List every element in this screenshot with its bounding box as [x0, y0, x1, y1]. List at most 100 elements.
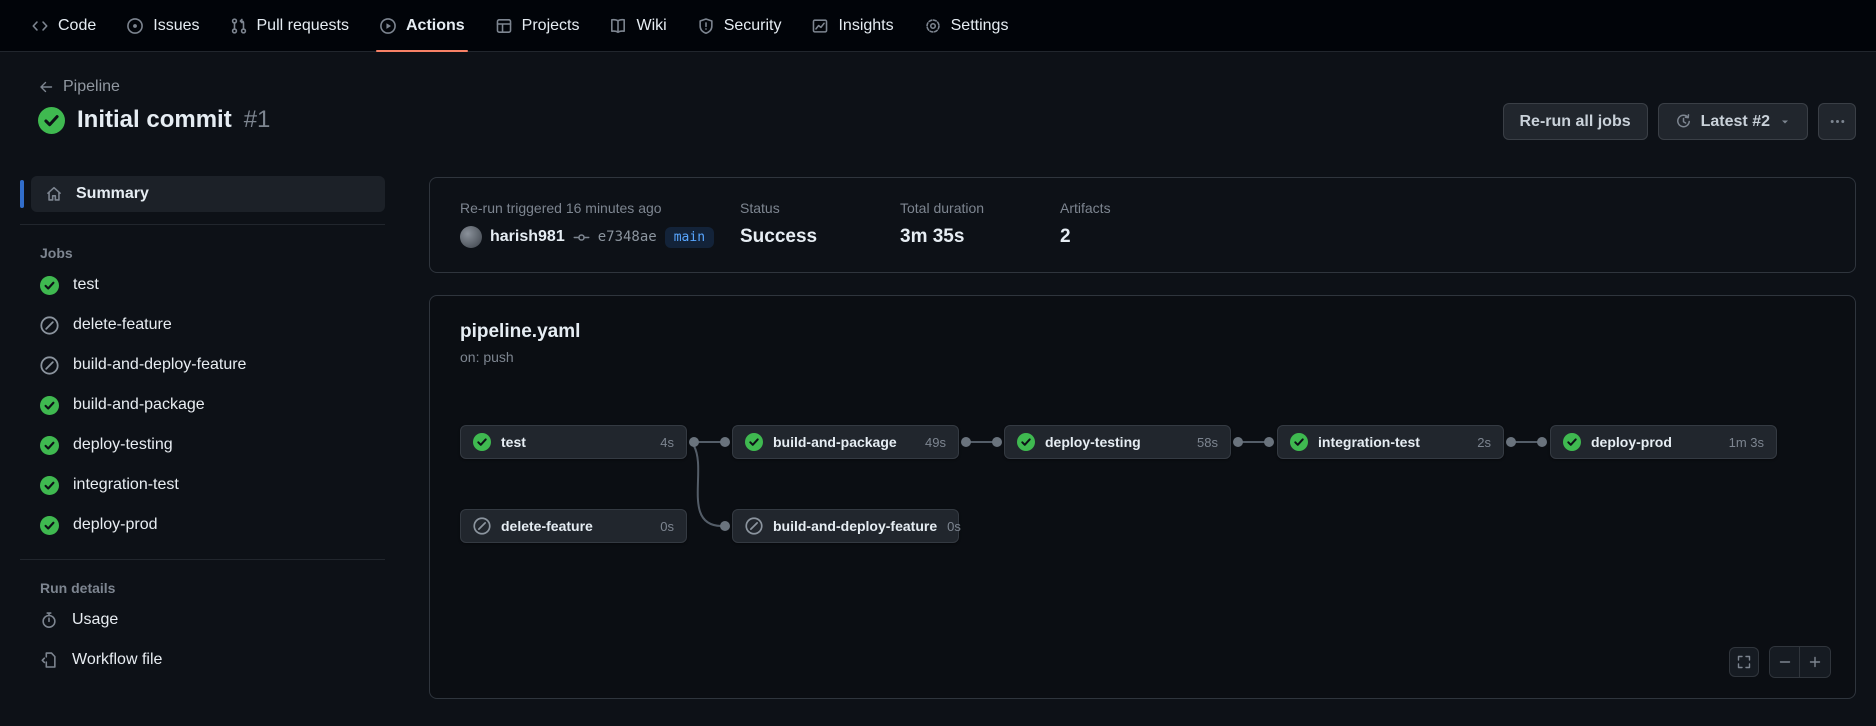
zoom-group [1769, 646, 1831, 678]
nav-tab-label: Projects [521, 16, 580, 34]
node-duration: 49s [925, 434, 946, 450]
nav-tab-label: Code [58, 16, 97, 34]
job-name: test [73, 276, 99, 293]
duration-value: 3m 35s [900, 226, 965, 247]
graph-node-deploy-prod[interactable]: deploy-prod 1m 3s [1550, 425, 1777, 459]
stopwatch-icon [40, 611, 58, 629]
job-name: integration-test [73, 476, 179, 493]
nav-tab-wiki[interactable]: Wiki [594, 0, 681, 51]
success-check-icon [1563, 433, 1581, 451]
node-duration: 0s [660, 518, 674, 534]
more-options-button[interactable] [1818, 103, 1856, 140]
attempt-selector-button[interactable]: Latest #2 [1657, 103, 1808, 140]
job-name: build-and-package [73, 396, 205, 413]
node-label: delete-feature [501, 518, 593, 534]
graph-node-test[interactable]: test 4s [460, 425, 687, 459]
sidebar-job-test[interactable]: test [20, 265, 385, 305]
shield-icon [697, 17, 715, 35]
page-head: Pipeline Initial commit #1 Re-run all jo… [0, 52, 1876, 140]
sidebar-item-summary[interactable]: Summary [20, 176, 385, 212]
arrow-left-icon [38, 79, 54, 95]
graph-node-build-and-deploy-feature[interactable]: build-and-deploy-feature 0s [732, 509, 961, 543]
nav-tab-label: Insights [838, 16, 894, 34]
node-duration: 4s [660, 434, 674, 450]
commit-sha-link[interactable]: e7348ae [598, 229, 657, 245]
table-icon [495, 17, 513, 35]
issue-opened-icon [126, 17, 144, 35]
sidebar-job-build-and-deploy-feature[interactable]: build-and-deploy-feature [20, 345, 385, 385]
success-check-icon [40, 435, 59, 455]
book-icon [609, 17, 627, 35]
nav-tab-pull-requests[interactable]: Pull requests [215, 0, 365, 51]
nav-tab-actions[interactable]: Actions [364, 0, 480, 52]
run-summary-card: Re-run triggered 16 minutes ago harish98… [429, 177, 1856, 273]
node-label: build-and-package [773, 434, 897, 450]
rerun-all-jobs-button[interactable]: Re-run all jobs [1502, 103, 1648, 140]
sidebar-job-deploy-testing[interactable]: deploy-testing [20, 425, 385, 465]
skipped-icon [473, 517, 491, 535]
graph-zoom-controls [1729, 646, 1831, 678]
branch-badge[interactable]: main [664, 226, 715, 248]
history-icon [1675, 113, 1692, 130]
sidebar-job-deploy-prod[interactable]: deploy-prod [20, 505, 385, 545]
job-name: build-and-deploy-feature [73, 356, 247, 373]
home-icon [45, 185, 63, 203]
sidebar-item-usage[interactable]: Usage [20, 600, 385, 640]
nav-tab-settings[interactable]: Settings [909, 0, 1024, 51]
kebab-horizontal-icon [1829, 113, 1846, 130]
nav-tab-label: Wiki [636, 16, 667, 34]
node-label: build-and-deploy-feature [773, 518, 938, 534]
artifacts-label: Artifacts [1060, 200, 1111, 216]
sidebar-job-delete-feature[interactable]: delete-feature [20, 305, 385, 345]
attempt-label: Latest #2 [1700, 112, 1770, 130]
zoom-out-button[interactable] [1770, 647, 1800, 677]
artifacts-count: 2 [1060, 226, 1071, 247]
chevron-down-icon [1779, 116, 1791, 128]
nav-tab-security[interactable]: Security [682, 0, 797, 51]
fullscreen-button[interactable] [1729, 647, 1759, 677]
status-label: Status [740, 200, 780, 216]
actor-login[interactable]: harish981 [490, 228, 565, 246]
actor-row: harish981 e7348ae main [460, 226, 740, 248]
success-check-icon [40, 475, 59, 495]
nav-tab-projects[interactable]: Projects [480, 0, 595, 51]
success-check-icon [40, 275, 59, 295]
run-details-label: Usage [72, 611, 119, 628]
git-pull-request-icon [230, 17, 248, 35]
graph-node-build-and-package[interactable]: build-and-package 49s [732, 425, 959, 459]
sidebar-summary-label: Summary [76, 185, 149, 202]
zoom-in-button[interactable] [1800, 647, 1830, 677]
status-column: Status Success [740, 200, 900, 248]
breadcrumb-label: Pipeline [63, 78, 120, 95]
nav-tab-insights[interactable]: Insights [796, 0, 908, 51]
run-title: Initial commit [77, 106, 232, 133]
node-label: deploy-testing [1045, 434, 1141, 450]
graph-node-integration-test[interactable]: integration-test 2s [1277, 425, 1504, 459]
minus-icon [1777, 654, 1793, 670]
skipped-icon [40, 355, 59, 375]
graph-node-delete-feature[interactable]: delete-feature 0s [460, 509, 687, 543]
workflow-trigger: on: push [460, 349, 514, 365]
node-label: integration-test [1318, 434, 1420, 450]
node-label: test [501, 434, 526, 450]
sidebar-item-workflow-file[interactable]: Workflow file [20, 640, 385, 680]
graph-icon [811, 17, 829, 35]
play-circle-icon [379, 17, 397, 35]
node-label: deploy-prod [1591, 434, 1672, 450]
nav-tab-label: Pull requests [256, 16, 350, 34]
breadcrumb-back-link[interactable]: Pipeline [38, 78, 120, 96]
sidebar-divider [20, 224, 385, 225]
nav-tab-label: Issues [153, 16, 200, 34]
graph-node-deploy-testing[interactable]: deploy-testing 58s [1004, 425, 1231, 459]
sidebar-job-build-and-package[interactable]: build-and-package [20, 385, 385, 425]
nav-tab-code[interactable]: Code [16, 0, 111, 51]
status-value: Success [740, 226, 818, 247]
success-check-icon [40, 515, 59, 535]
node-duration: 1m 3s [1728, 434, 1764, 450]
sidebar-job-integration-test[interactable]: integration-test [20, 465, 385, 505]
sidebar-divider [20, 559, 385, 560]
avatar[interactable] [460, 226, 482, 248]
nav-tab-issues[interactable]: Issues [111, 0, 214, 51]
job-name: delete-feature [73, 316, 172, 333]
success-check-icon [1017, 433, 1035, 451]
